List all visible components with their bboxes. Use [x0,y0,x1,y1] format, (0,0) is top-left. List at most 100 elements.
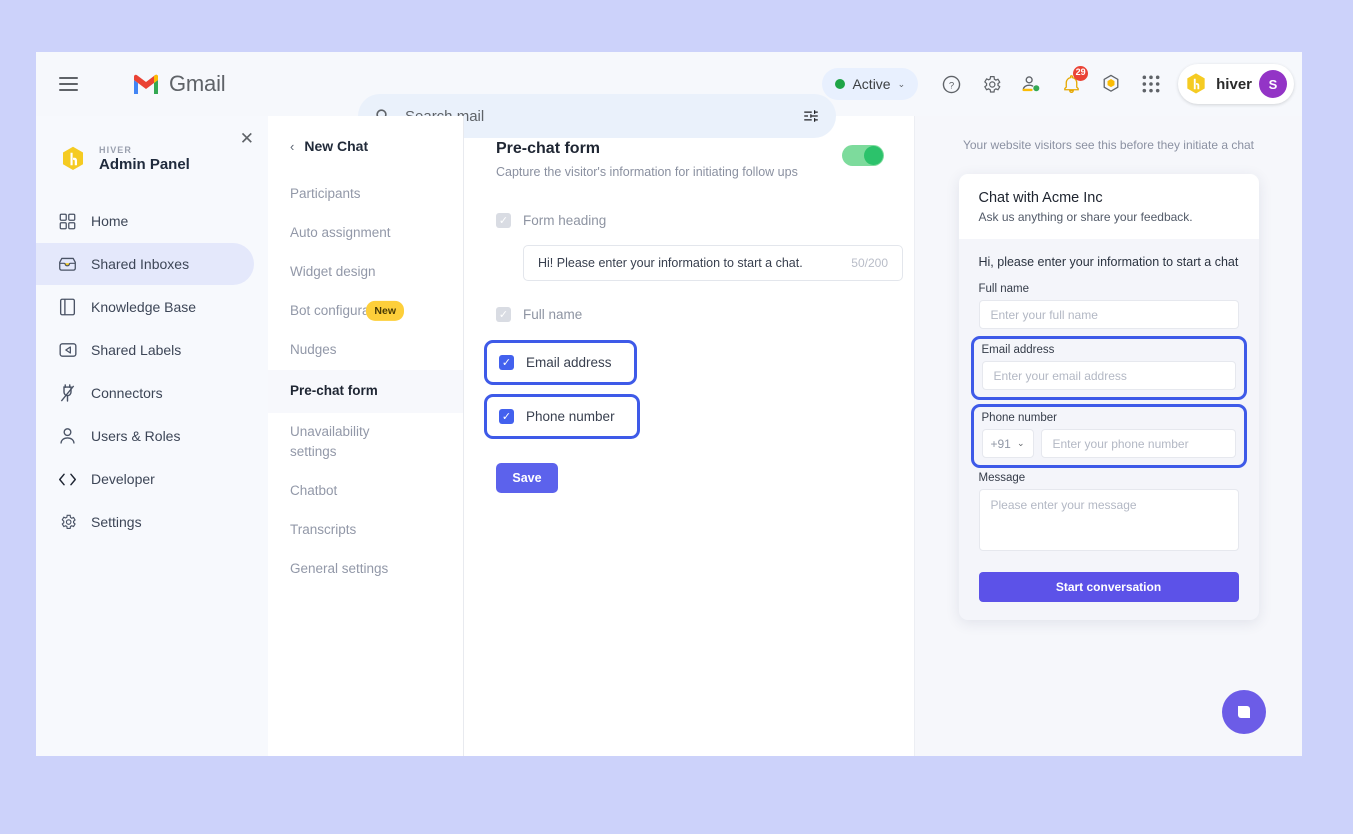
country-code-select[interactable]: +91 ⌄ [981,429,1034,458]
checkbox-label: Phone number [526,409,615,424]
message-textarea[interactable]: Please enter your message [978,489,1239,551]
page-title: Pre-chat form [496,140,601,157]
preview-field-full-name: Full name Enter your full name [978,283,1239,329]
book-icon [58,298,77,317]
subnav-item-label: Participants [290,186,361,201]
subnav-item-label: General settings [290,561,389,577]
brand-title: Admin Panel [99,156,190,173]
sidebar-item-developer[interactable]: Developer [36,458,254,500]
email-address-highlight: ✓ Email address [484,340,637,385]
status-active-button[interactable]: Active ⌄ [822,68,919,100]
pre-chat-form-toggle[interactable] [842,145,884,166]
sidebar-item-shared-inboxes[interactable]: Shared Inboxes [36,243,254,285]
sidebar-item-label: Developer [91,471,155,487]
subnav-item-label: Auto assignment [290,224,391,240]
subnav-title: New Chat [304,138,369,154]
search-options-icon[interactable] [802,107,820,125]
settings-gear-icon[interactable] [972,65,1010,103]
subnav-item-bot-configuration[interactable]: Bot configuration New [268,292,418,331]
chat-greeting: Hi, please enter your information to sta… [978,255,1239,269]
subnav-item-label: Unavailability settings [290,423,370,460]
checkbox-email-address[interactable]: ✓ [499,355,514,370]
label-tag-icon [58,341,77,360]
help-icon[interactable]: ? [932,65,970,103]
notifications-bell-icon[interactable]: 29 [1052,65,1090,103]
preview-field-email: Email address Enter your email address [981,344,1236,390]
avatar[interactable]: S [1259,70,1287,98]
person-icon [58,427,77,446]
search-input[interactable]: Search mail [405,108,802,125]
form-heading-checkbox-row[interactable]: ✓ Form heading [496,209,884,232]
grid-home-icon [58,212,77,231]
email-input[interactable]: Enter your email address [981,361,1236,390]
chat-card-body: Hi, please enter your information to sta… [959,239,1259,620]
sidebar-item-home[interactable]: Home [36,200,254,242]
full-name-input[interactable]: Enter your full name [978,300,1239,329]
close-icon[interactable]: ✕ [240,130,254,147]
svg-text:?: ? [948,80,953,91]
preview-field-phone: Phone number +91 ⌄ Enter your phone numb… [981,412,1236,458]
checkbox-label: Full name [523,307,583,322]
sidebar-item-settings[interactable]: Settings [36,501,254,543]
google-apps-grid-icon[interactable] [1132,65,1170,103]
subnav-item-pre-chat-form[interactable]: Pre-chat form [268,369,463,413]
checkbox-label: Form heading [523,213,607,228]
app-body: ✕ HIVER Admin Panel Home Shared Inboxes … [36,116,1302,756]
sidebar-item-shared-labels[interactable]: Shared Labels [36,329,254,371]
hamburger-menu-icon[interactable] [48,64,88,104]
code-brackets-icon [58,470,77,489]
brand-eyebrow: HIVER [99,145,133,155]
chat-card-subtitle: Ask us anything or share your feedback. [978,210,1193,224]
hiver-hex-logo-icon [63,146,83,170]
new-badge: New [366,301,404,322]
widget-preview-panel: Your website visitors see this before th… [914,116,1302,756]
start-conversation-button[interactable]: Start conversation [978,572,1239,602]
field-label: Message [978,472,1026,484]
sidebar-item-label: Users & Roles [91,428,181,444]
sidebar-item-users-and-roles[interactable]: Users & Roles [36,415,254,457]
form-heading-input[interactable]: Hi! Please enter your information to sta… [523,245,903,281]
email-address-checkbox-row[interactable]: ✓ Email address [499,351,612,374]
chat-bubble-icon[interactable] [1222,690,1266,734]
phone-number-input[interactable]: Enter your phone number [1040,429,1236,458]
add-contact-icon[interactable] [1012,65,1050,103]
form-header: Pre-chat form Capture the visitor's info… [496,140,884,179]
hiver-hex-icon[interactable] [1092,65,1130,103]
admin-brand: HIVER Admin Panel [36,134,268,174]
subnav-item-transcripts[interactable]: Transcripts [268,511,463,550]
pre-chat-form-panel: Pre-chat form Capture the visitor's info… [464,116,914,756]
subnav-item-chatbot[interactable]: Chatbot [268,472,463,511]
sidebar-item-label: Shared Labels [91,342,182,358]
full-name-checkbox-row[interactable]: ✓ Full name [496,303,884,326]
checkbox-phone-number[interactable]: ✓ [499,409,514,424]
status-dot-icon [835,79,846,89]
hiver-account-chip[interactable]: hiver S [1178,64,1294,104]
save-button[interactable]: Save [496,463,558,493]
sidebar-item-label: Connectors [91,385,163,401]
subnav-item-auto-assignment[interactable]: Auto assignment [268,214,463,253]
chat-widget-preview-card: Chat with Acme Inc Ask us anything or sh… [958,174,1259,620]
sidebar-item-label: Knowledge Base [91,299,197,315]
chevron-down-icon: ⌄ [897,78,906,89]
phone-number-checkbox-row[interactable]: ✓ Phone number [499,405,615,428]
subnav-item-general-settings[interactable]: General settings [268,550,463,589]
sidebar-item-knowledge-base[interactable]: Knowledge Base [36,286,254,328]
country-code-value: +91 [990,436,1011,451]
subnav-item-participants[interactable]: Participants [268,175,463,214]
admin-sidebar: ✕ HIVER Admin Panel Home Shared Inboxes … [36,116,268,756]
input-placeholder: Please enter your message [990,498,1137,512]
hiver-hex-logo-icon [1187,73,1205,94]
subnav-back-button[interactable]: ‹ New Chat [268,138,463,154]
gmail-logo[interactable]: Gmail [132,71,226,97]
chat-settings-subnav: ‹ New Chat Participants Auto assignment … [268,116,464,756]
subnav-item-widget-design[interactable]: Widget design [268,253,463,292]
checkbox-full-name: ✓ [496,307,511,322]
sidebar-item-connectors[interactable]: Connectors [36,372,254,414]
sidebar-item-label: Home [91,213,129,229]
chevron-left-icon: ‹ [290,138,295,154]
sidebar-item-label: Shared Inboxes [91,256,190,272]
sidebar-nav: Home Shared Inboxes Knowledge Base Share… [36,200,268,543]
form-heading-value[interactable]: Hi! Please enter your information to sta… [538,256,851,270]
subnav-item-unavailability-settings[interactable]: Unavailability settings [268,413,398,473]
subnav-item-nudges[interactable]: Nudges [268,331,463,370]
